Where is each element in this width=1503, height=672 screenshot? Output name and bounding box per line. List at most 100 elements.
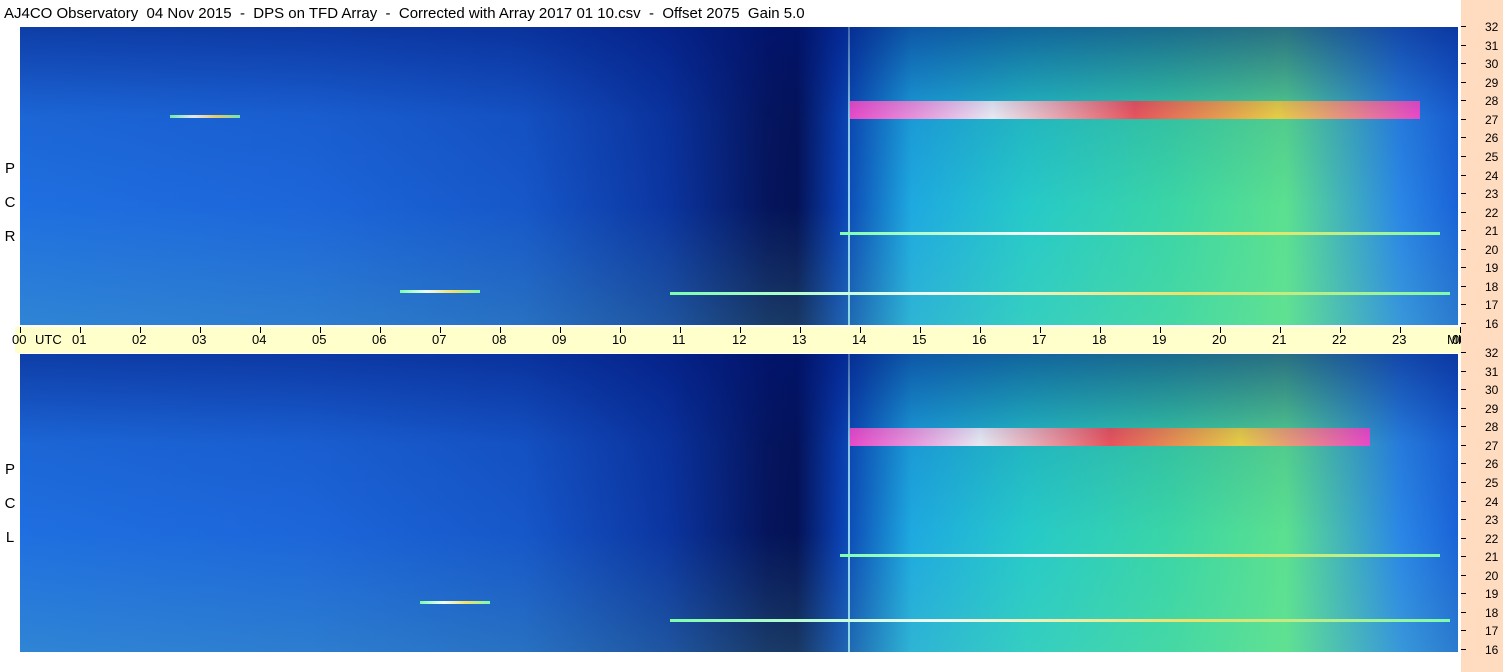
- lcp-letter-l: L: [5, 529, 15, 546]
- spectrogram-title: AJ4CO Observatory 04 Nov 2015 - DPS on T…: [4, 5, 805, 22]
- freq-tick-mark: [1461, 211, 1466, 213]
- freq-axis: 32 31 30 29 28 27 26 25 24 23 22 21 20 19 18 17 16 32 31 3…: [1461, 0, 1503, 672]
- lcp-streak-1: [670, 619, 1450, 622]
- freq-tick: 29: [1461, 76, 1503, 90]
- lcp-streak-2: [840, 554, 1440, 557]
- time-axis: UTC MHz 00010203040506070809101112131415…: [12, 327, 1474, 353]
- freq-tick-mark: [1461, 593, 1466, 595]
- hour-tick-label: 07: [432, 332, 447, 347]
- freq-tick-mark: [1461, 370, 1466, 372]
- lcp-streak-3: [420, 601, 490, 604]
- lcp-burst-band: [850, 428, 1370, 446]
- freq-tick-mark: [1461, 285, 1466, 287]
- freq-tick-mark: [1461, 352, 1466, 353]
- freq-tick-mark: [1461, 630, 1466, 632]
- freq-tick-label: 26: [1485, 131, 1499, 146]
- freq-tick-label: 22: [1485, 531, 1499, 546]
- freq-tick-label: 19: [1485, 587, 1499, 602]
- hour-tick-label: 09: [552, 332, 567, 347]
- freq-tick: 28: [1461, 420, 1503, 434]
- lcp-letter-p: P: [4, 461, 15, 478]
- rcp-letter-c: C: [4, 194, 16, 211]
- freq-tick: 17: [1461, 624, 1503, 638]
- freq-tick-mark: [1461, 407, 1466, 409]
- freq-tick: 16: [1461, 317, 1503, 331]
- rcp-streak-3: [400, 290, 480, 293]
- hour-tick-label: 05: [312, 332, 327, 347]
- freq-tick: 22: [1461, 206, 1503, 220]
- rcp-label: P C R: [0, 27, 20, 325]
- hour-tick-label: 01: [72, 332, 87, 347]
- freq-tick-label: 31: [1485, 38, 1499, 53]
- freq-tick-label: 30: [1485, 383, 1499, 398]
- freq-tick-mark: [1461, 155, 1466, 157]
- freq-tick-mark: [1461, 100, 1466, 102]
- freq-tick: 23: [1461, 513, 1503, 527]
- freq-tick-label: 32: [1485, 20, 1499, 34]
- freq-tick: 18: [1461, 280, 1503, 294]
- hour-tick-label: 18: [1092, 332, 1107, 347]
- hour-tick-label: 13: [792, 332, 807, 347]
- freq-tick-mark: [1461, 26, 1466, 27]
- freq-tick: 22: [1461, 532, 1503, 546]
- freq-tick: 18: [1461, 606, 1503, 620]
- freq-tick-label: 26: [1485, 457, 1499, 472]
- rcp-spectrogram: [20, 27, 1458, 325]
- hour-tick-label: 04: [252, 332, 267, 347]
- freq-tick-mark: [1461, 118, 1466, 120]
- freq-tick-mark: [1461, 500, 1466, 502]
- freq-tick: 19: [1461, 261, 1503, 275]
- freq-tick-mark: [1461, 556, 1466, 558]
- freq-tick-label: 23: [1485, 187, 1499, 202]
- utc-label: UTC: [35, 332, 62, 347]
- freq-tick: 19: [1461, 587, 1503, 601]
- freq-tick-mark: [1461, 81, 1466, 83]
- freq-tick: 20: [1461, 569, 1503, 583]
- hour-tick-label: 19: [1152, 332, 1167, 347]
- freq-tick-label: 27: [1485, 112, 1499, 127]
- hour-tick-label: 11: [672, 332, 686, 347]
- freq-tick-label: 31: [1485, 364, 1499, 379]
- freq-tick: 27: [1461, 439, 1503, 453]
- freq-tick: 26: [1461, 131, 1503, 145]
- freq-tick-mark: [1461, 481, 1466, 483]
- freq-tick-label: 18: [1485, 279, 1499, 294]
- freq-tick-label: 24: [1485, 168, 1499, 183]
- freq-tick-label: 32: [1485, 346, 1499, 360]
- freq-tick-mark: [1461, 519, 1466, 521]
- freq-tick-label: 28: [1485, 94, 1499, 109]
- hour-tick-label: 22: [1332, 332, 1347, 347]
- freq-tick-mark: [1461, 137, 1466, 139]
- freq-tick-mark: [1461, 44, 1466, 46]
- freq-tick-mark: [1461, 463, 1466, 465]
- hour-tick-label: 17: [1032, 332, 1047, 347]
- freq-tick-label: 24: [1485, 494, 1499, 509]
- rcp-streak-1: [670, 292, 1450, 295]
- freq-tick-label: 21: [1485, 550, 1499, 565]
- freq-tick: 28: [1461, 94, 1503, 108]
- freq-tick: 23: [1461, 187, 1503, 201]
- freq-tick: 24: [1461, 169, 1503, 183]
- rcp-letter-p: P: [4, 160, 15, 177]
- freq-tick-label: 20: [1485, 568, 1499, 583]
- hour-tick-label: 03: [192, 332, 207, 347]
- freq-tick-mark: [1461, 63, 1466, 65]
- lcp-spectrogram: [20, 354, 1458, 652]
- freq-tick-label: 17: [1485, 298, 1499, 313]
- freq-tick-mark: [1461, 537, 1466, 539]
- lcp-letter-c: C: [4, 495, 16, 512]
- freq-tick-label: 21: [1485, 224, 1499, 239]
- lcp-vertical-interference: [848, 354, 850, 652]
- rcp-vertical-interference: [848, 27, 850, 325]
- freq-tick-mark: [1461, 304, 1466, 306]
- freq-tick-label: 25: [1485, 475, 1499, 490]
- freq-tick: 21: [1461, 550, 1503, 564]
- freq-tick-mark: [1461, 444, 1466, 446]
- freq-tick-label: 19: [1485, 261, 1499, 276]
- hour-tick-label: 16: [972, 332, 987, 347]
- freq-tick-mark: [1461, 174, 1466, 176]
- freq-tick: 26: [1461, 457, 1503, 471]
- freq-tick: 29: [1461, 402, 1503, 416]
- freq-tick-label: 27: [1485, 438, 1499, 453]
- freq-tick: 20: [1461, 243, 1503, 257]
